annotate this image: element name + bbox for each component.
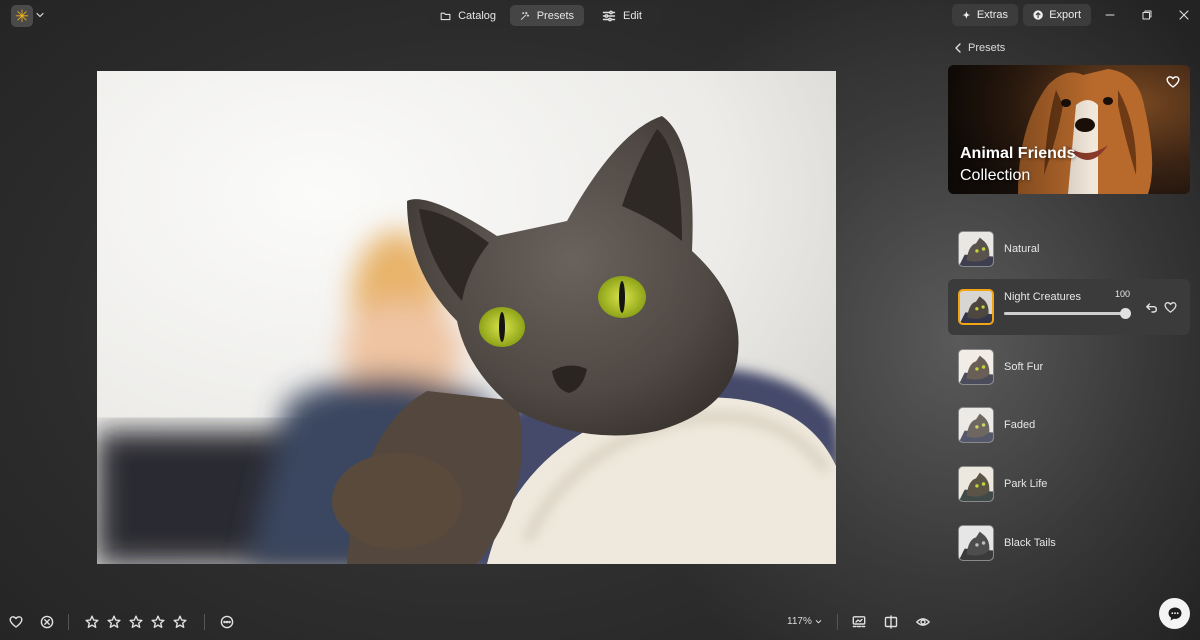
close-icon[interactable]: [1178, 9, 1190, 21]
more-options-icon[interactable]: [220, 615, 234, 629]
minimize-icon[interactable]: [1104, 9, 1116, 21]
reject-icon[interactable]: [40, 615, 54, 629]
preset-thumbnail: [958, 231, 994, 267]
preset-thumb-image: [959, 467, 993, 501]
preset-item-faded[interactable]: Faded: [948, 397, 1190, 453]
star-icon[interactable]: [173, 615, 187, 629]
chevron-down-icon: [815, 620, 822, 624]
export-upload-icon: [1033, 10, 1043, 20]
collection-title: Animal Friends: [960, 145, 1076, 162]
star-icon[interactable]: [129, 615, 143, 629]
extras-button[interactable]: Extras: [952, 4, 1018, 26]
preset-item-night-creatures[interactable]: Night Creatures 100: [948, 279, 1190, 335]
zoom-value: 117%: [787, 616, 812, 627]
tab-presets[interactable]: Presets: [510, 5, 584, 26]
preset-item-park-life[interactable]: Park Life: [948, 456, 1190, 512]
slider-handle[interactable]: [1120, 308, 1131, 319]
preset-thumbnail: [958, 466, 994, 502]
preview-eye-icon[interactable]: [916, 615, 930, 629]
tab-edit-label: Edit: [623, 9, 642, 22]
folder-icon: [440, 12, 451, 20]
magic-wand-icon: [520, 11, 530, 20]
toolbar-divider: [204, 614, 205, 630]
preset-item-natural[interactable]: Natural: [948, 221, 1190, 277]
toolbar-divider: [68, 614, 69, 630]
chevron-down-icon[interactable]: [35, 9, 45, 21]
preset-thumbnail: [958, 525, 994, 561]
preset-thumbnail: [958, 407, 994, 443]
preset-thumbnail: [958, 349, 994, 385]
preset-thumbnail: [958, 289, 994, 325]
preset-label: Black Tails: [1004, 537, 1056, 549]
back-to-presets-button[interactable]: Presets: [954, 40, 1005, 56]
undo-icon[interactable]: [1145, 301, 1158, 314]
sparkle-icon: [962, 10, 971, 20]
preset-thumb-image: [959, 526, 993, 560]
preset-label: Natural: [1004, 243, 1040, 255]
slider-fill: [1004, 312, 1126, 315]
sun-logo-icon: ✳: [14, 6, 30, 26]
star-icon[interactable]: [151, 615, 165, 629]
star-icon[interactable]: [85, 615, 99, 629]
preset-thumb-image: [959, 350, 993, 384]
sliders-icon: [602, 10, 616, 21]
intensity-slider[interactable]: [1004, 308, 1131, 319]
preset-item-black-tails[interactable]: Black Tails: [948, 515, 1190, 571]
chevron-left-icon: [955, 43, 961, 53]
export-button[interactable]: Export: [1023, 4, 1091, 26]
preset-label: Soft Fur: [1004, 361, 1044, 373]
preset-thumb-image: [959, 408, 993, 442]
preset-label: Faded: [1004, 419, 1036, 431]
tab-edit[interactable]: Edit: [592, 5, 658, 26]
mode-switcher: Catalog Presets Edit: [427, 3, 662, 28]
preset-thumb-image: [959, 232, 993, 266]
preset-label: Park Life: [1004, 478, 1048, 490]
zoom-dropdown[interactable]: 117%: [787, 616, 822, 627]
cat-photo-image: [97, 71, 836, 564]
tab-catalog-label: Catalog: [458, 9, 496, 22]
collection-subtitle: Collection: [960, 167, 1031, 184]
export-label: Export: [1049, 9, 1081, 21]
preset-item-soft-fur[interactable]: Soft Fur: [948, 339, 1190, 395]
heart-icon[interactable]: [9, 615, 23, 629]
compare-icon[interactable]: [884, 615, 898, 629]
heart-icon[interactable]: [1164, 301, 1177, 314]
tab-presets-label: Presets: [536, 9, 574, 22]
restore-icon[interactable]: [1141, 9, 1153, 21]
filmstrip-icon[interactable]: [852, 615, 866, 629]
preset-thumb-image: [960, 291, 992, 323]
main-photo-canvas[interactable]: [97, 71, 836, 564]
favorite-heart-icon[interactable]: [1166, 75, 1180, 89]
preset-label: Night Creatures: [1004, 291, 1082, 303]
chat-bubble-icon: [1168, 607, 1181, 620]
star-icon[interactable]: [107, 615, 121, 629]
extras-label: Extras: [976, 9, 1008, 21]
intensity-value: 100: [1114, 289, 1130, 299]
app-logo-button[interactable]: ✳: [11, 5, 33, 27]
back-label: Presets: [968, 42, 1006, 54]
collection-card[interactable]: Animal Friends Collection: [948, 65, 1190, 194]
preset-active-controls: Night Creatures 100: [1004, 289, 1131, 325]
toolbar-divider: [837, 614, 838, 630]
chat-assistant-button[interactable]: [1159, 598, 1190, 629]
tab-catalog[interactable]: Catalog: [430, 5, 506, 26]
